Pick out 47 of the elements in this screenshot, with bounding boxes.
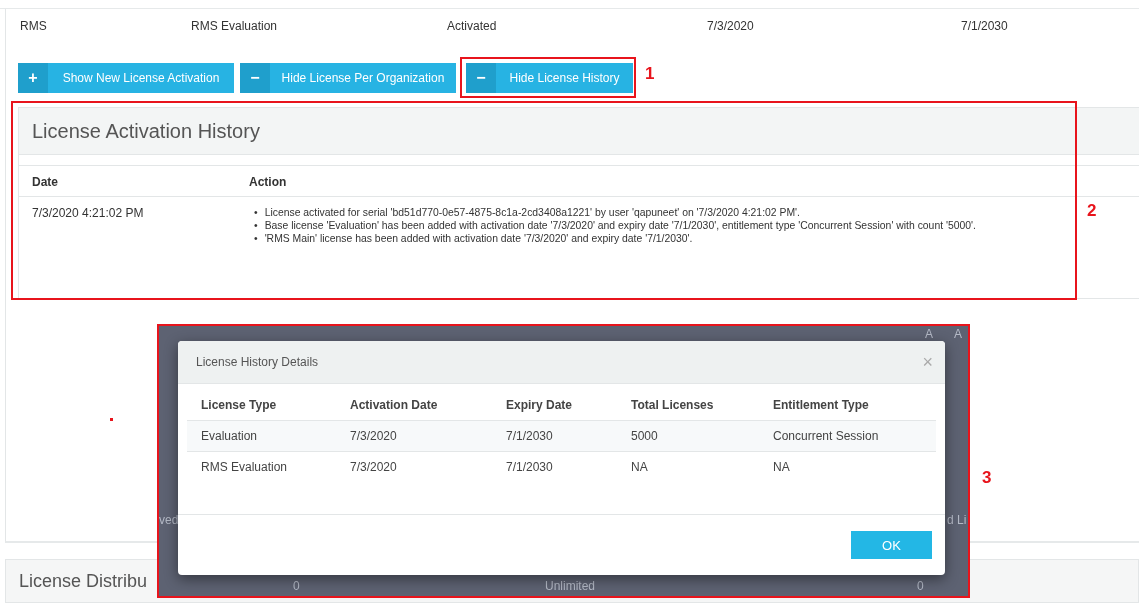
dialog-title: License History Details xyxy=(196,355,319,369)
column-header: Action xyxy=(236,166,1139,197)
table-cell-text: RMS Evaluation xyxy=(191,19,279,35)
toggle-button[interactable]: − Hide License History xyxy=(466,63,633,93)
table-cell: 5000 xyxy=(617,420,759,452)
bullet: • xyxy=(254,232,258,245)
table-cell-text: 7/1/2030 xyxy=(961,19,1009,35)
table-cell: Concurrent Session xyxy=(759,420,936,452)
faded-text: A xyxy=(954,327,962,341)
panel-title: License Activation History xyxy=(32,119,260,143)
faded-text: 0 xyxy=(917,579,924,593)
column-header: Expiry Date xyxy=(492,398,617,421)
bullet: • xyxy=(254,219,258,232)
panel-title: License Distribu xyxy=(19,570,148,592)
table-cell: NA xyxy=(617,451,759,482)
faded-text: ved xyxy=(159,513,179,527)
table-cell: 7/3/2020 xyxy=(336,420,492,452)
column-header: License Type xyxy=(187,398,336,421)
table-cell: NA xyxy=(759,451,936,482)
table-cell-text: 7/3/2020 xyxy=(707,19,755,35)
action-item: License activated for serial 'bd51d770-0e57-4875-8c1a-2cd3408a1221' by user 'qapuneet' on '7/3/2020 4:21:02 PM'. xyxy=(264,206,800,219)
table-cell-text: 7/3/2020 4:21:02 PM xyxy=(31,205,145,222)
bullet: • xyxy=(254,206,258,219)
table-cell: 7/1/2030 xyxy=(492,420,617,452)
table-cell: 7/1/2030 xyxy=(492,451,617,482)
annotation-number: 2 xyxy=(1087,201,1097,221)
annotation-number: 3 xyxy=(982,468,992,488)
ok-button[interactable]: OK xyxy=(851,531,932,559)
table-cell: 7/3/2020 xyxy=(336,451,492,482)
faded-text: Unlimited xyxy=(545,579,595,593)
close-icon[interactable]: × xyxy=(922,351,933,373)
column-header: Date xyxy=(19,166,236,197)
faded-text: 0 xyxy=(293,579,300,593)
column-header: Activation Date xyxy=(336,398,492,421)
annotation-number: 1 xyxy=(645,64,655,84)
table-cell-text: Activated xyxy=(447,19,498,35)
action-item: 'RMS Main' license has been added with activation date '7/3/2020' and expiry date '7/1/2030'. xyxy=(264,232,693,245)
table-cell: RMS Evaluation xyxy=(187,451,336,482)
table-cell: Evaluation xyxy=(187,420,336,452)
column-header: Entitlement Type xyxy=(759,398,936,421)
action-item: Base license 'Evaluation' has been added with activation date '7/3/2020' and expiry date '7/1/2030', entitlement type 'Concurrent Session' with count '5000'. xyxy=(264,219,976,232)
faded-text: A xyxy=(925,327,933,341)
faded-text: d Li xyxy=(947,513,967,527)
table-cell-text: RMS xyxy=(20,19,48,35)
toggle-button[interactable]: − Hide License Per Organization xyxy=(240,63,456,93)
column-header: Total Licenses xyxy=(617,398,759,421)
toggle-button[interactable]: + Show New License Activation xyxy=(18,63,234,93)
